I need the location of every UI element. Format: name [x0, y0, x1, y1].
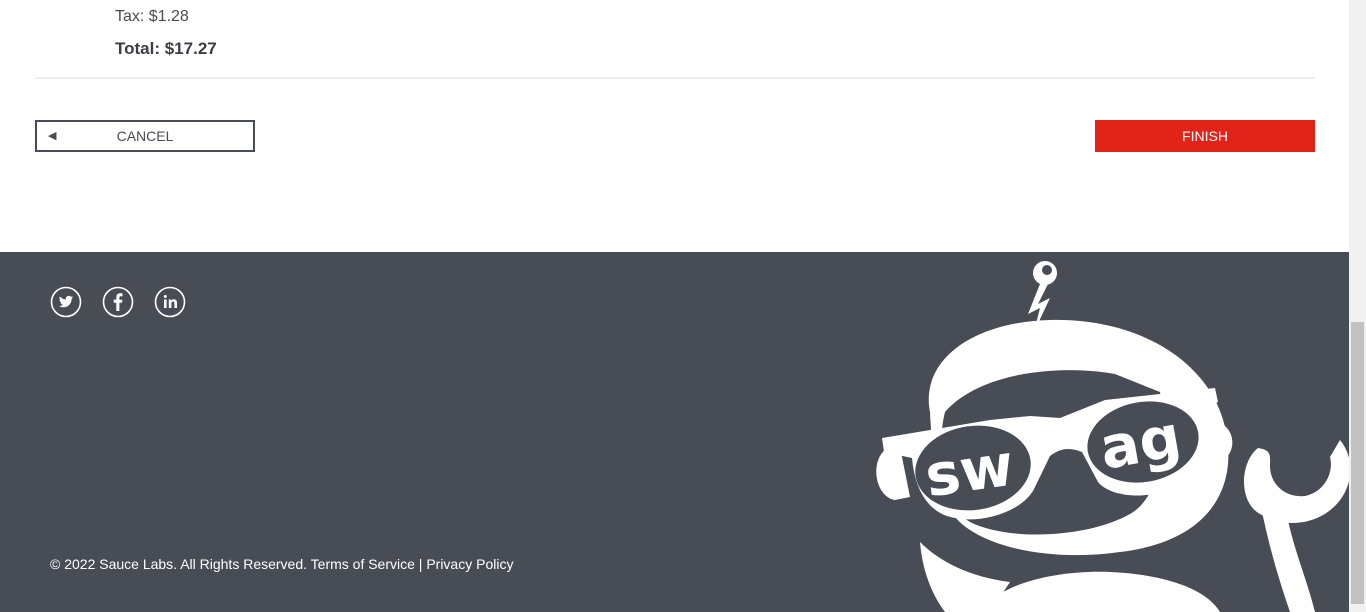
finish-button[interactable]: FINISH [1095, 120, 1315, 152]
linkedin-icon[interactable] [154, 286, 186, 318]
footer-copyright: © 2022 Sauce Labs. All Rights Reserved. … [50, 556, 514, 572]
back-arrow-icon: ◀ [48, 130, 57, 142]
checkout-summary-section: Tax: $1.28 Total: $17.27 ◀ CANCEL FINISH [0, 0, 1349, 252]
checkout-complete-page: Tax: $1.28 Total: $17.27 ◀ CANCEL FINISH [0, 0, 1366, 612]
scrollbar-thumb[interactable] [1351, 322, 1364, 604]
summary-total-label: Total: $17.27 [115, 39, 217, 58]
finish-button-label: FINISH [1182, 128, 1228, 144]
facebook-icon[interactable] [102, 286, 134, 318]
footer: © 2022 Sauce Labs. All Rights Reserved. … [0, 252, 1349, 612]
summary-tax-label: Tax: $1.28 [115, 8, 189, 25]
cancel-button[interactable]: ◀ CANCEL [35, 120, 255, 152]
page-scrollbar[interactable] [1349, 0, 1366, 612]
cancel-button-label: CANCEL [116, 128, 174, 144]
mascot-sw-text: sw [921, 431, 1018, 511]
mascot-ag-text: ag [1095, 402, 1186, 483]
summary-divider [35, 77, 1315, 79]
swag-bot-mascot: sw ag [876, 261, 1349, 612]
twitter-icon[interactable] [50, 286, 82, 318]
